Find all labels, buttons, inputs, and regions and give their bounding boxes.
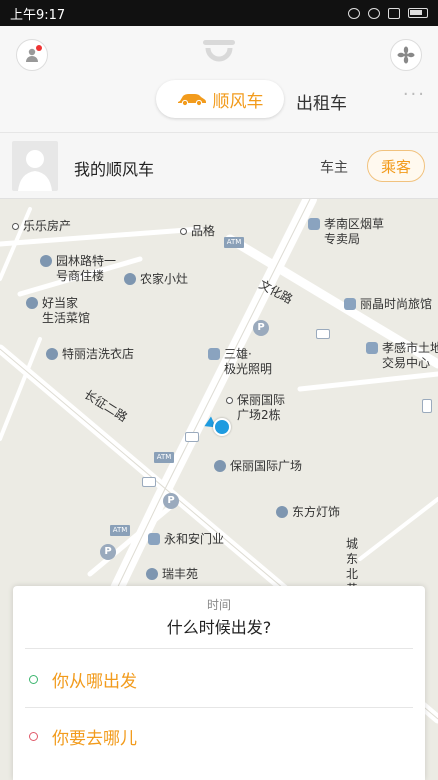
poi-yonghean-doors[interactable]: 永和安门业: [148, 532, 224, 547]
poi-ruifengyuan[interactable]: 瑞丰苑: [146, 567, 198, 582]
divider: [25, 707, 413, 708]
origin-placeholder: 你从哪出发: [52, 671, 137, 692]
origin-dot-icon: [29, 674, 38, 684]
settings-fan-button[interactable]: [390, 39, 422, 71]
atm-icon[interactable]: ATM: [110, 525, 130, 536]
poi-baoli2-line2: 广场2栋: [237, 408, 281, 422]
poi-haodangjia-line2: 生活菜馆: [42, 311, 91, 325]
building-icon: [146, 568, 158, 580]
current-location-icon[interactable]: [213, 418, 231, 436]
poi-yuanlin-line1: 园林路特一: [56, 254, 117, 268]
fan-icon: [397, 46, 415, 64]
poi-tobacco-line1: 孝南区烟草: [324, 217, 385, 231]
notification-dot: [36, 45, 42, 51]
poi-lele-realty[interactable]: 乐乐房产: [12, 219, 71, 234]
government-icon: [366, 342, 378, 354]
user-row: 我的顺风车 车主 乘客: [0, 132, 438, 199]
destination-placeholder: 你要去哪儿: [52, 728, 137, 749]
car-icon: [177, 94, 206, 106]
tab-shunfengche-label: 顺风车: [212, 91, 264, 112]
avatar[interactable]: [12, 141, 58, 191]
poi-sanxiong-lighting[interactable]: 三雄· 极光照明: [208, 347, 272, 377]
status-bar: 上午9:17: [0, 0, 438, 26]
bus-stop-icon[interactable]: [422, 399, 432, 413]
default-avatar-icon: [18, 150, 52, 191]
restaurant-icon: [124, 273, 136, 285]
parking-icon[interactable]: P: [253, 320, 269, 336]
poi-yuanlin-building[interactable]: 园林路特一 号商住楼: [40, 254, 116, 284]
poi-tobacco-line2: 专卖局: [324, 232, 361, 246]
destination-dot-icon: [29, 731, 38, 741]
poi-land-line1: 孝感市土地: [382, 341, 438, 355]
shop-icon: [276, 506, 288, 518]
role-owner-button[interactable]: 车主: [320, 157, 348, 177]
restaurant-icon: [26, 297, 38, 309]
poi-sanxiong-line2: 极光照明: [224, 362, 273, 376]
atm-icon[interactable]: ATM: [154, 452, 174, 463]
app-header: 顺风车 出租车 ···: [0, 26, 438, 132]
profile-button[interactable]: [16, 39, 48, 71]
more-tabs-button[interactable]: ···: [403, 84, 426, 105]
atm-icon[interactable]: ATM: [224, 237, 244, 248]
departure-time-selector[interactable]: 什么时候出发?: [13, 614, 425, 638]
role-passenger-button[interactable]: 乘客: [367, 150, 425, 182]
poi-land-exchange[interactable]: 孝感市土地 交易中心: [366, 341, 438, 371]
status-time: 上午9:17: [10, 7, 66, 23]
poi-yuanlin-line2: 号商住楼: [56, 269, 105, 283]
shop-icon: [208, 348, 220, 360]
shop-icon: [148, 533, 160, 545]
wifi-icon: [368, 7, 380, 19]
battery-icon: [408, 8, 428, 18]
poi-dot-icon: [226, 397, 233, 404]
my-rides-title[interactable]: 我的顺风车: [74, 156, 154, 180]
poi-lijing-hotel[interactable]: 丽晶时尚旅馆: [344, 297, 432, 312]
poi-baoli-plaza[interactable]: 保丽国际广场: [214, 459, 302, 474]
poi-sanxiong-line1: 三雄·: [224, 347, 252, 361]
poi-laundry[interactable]: 特丽洁洗衣店: [46, 347, 134, 362]
app-logo-icon: [203, 40, 235, 62]
tab-taxi[interactable]: 出租车: [296, 89, 347, 114]
building-icon: [214, 460, 226, 472]
signal-icon: [388, 7, 400, 19]
poi-baoli-building2[interactable]: 保丽国际 广场2栋: [226, 393, 285, 423]
origin-input[interactable]: 你从哪出发: [29, 659, 409, 699]
hotel-icon: [344, 298, 356, 310]
status-icons: [348, 7, 428, 19]
building-icon: [40, 255, 52, 267]
poi-haodangjia-line1: 好当家: [42, 296, 79, 310]
destination-input[interactable]: 你要去哪儿: [29, 716, 409, 756]
ride-request-card: 时间 什么时候出发? 你从哪出发 你要去哪儿: [13, 586, 425, 780]
parking-icon[interactable]: P: [163, 493, 179, 509]
poi-pinge[interactable]: 品格: [180, 224, 215, 239]
poi-dot-icon: [180, 228, 187, 235]
bus-stop-icon[interactable]: [316, 329, 330, 339]
poi-dongfang-lighting[interactable]: 东方灯饰: [276, 505, 340, 520]
poi-tobacco-bureau[interactable]: 孝南区烟草 专卖局: [308, 217, 384, 247]
poi-dot-icon: [12, 223, 19, 230]
poi-baoli2-line1: 保丽国际: [237, 393, 286, 407]
poi-haodangjia-restaurant[interactable]: 好当家 生活菜馆: [26, 296, 90, 326]
parking-icon[interactable]: P: [100, 544, 116, 560]
bus-stop-icon[interactable]: [142, 477, 156, 487]
alarm-icon: [348, 7, 360, 19]
poi-land-line2: 交易中心: [382, 356, 431, 370]
government-icon: [308, 218, 320, 230]
poi-nongjia-restaurant[interactable]: 农家小灶: [124, 272, 188, 287]
time-label: 时间: [206, 598, 231, 612]
laundry-icon: [46, 348, 58, 360]
bus-stop-icon[interactable]: [185, 432, 199, 442]
tab-shunfengche[interactable]: 顺风车: [156, 80, 284, 118]
divider: [25, 648, 413, 649]
